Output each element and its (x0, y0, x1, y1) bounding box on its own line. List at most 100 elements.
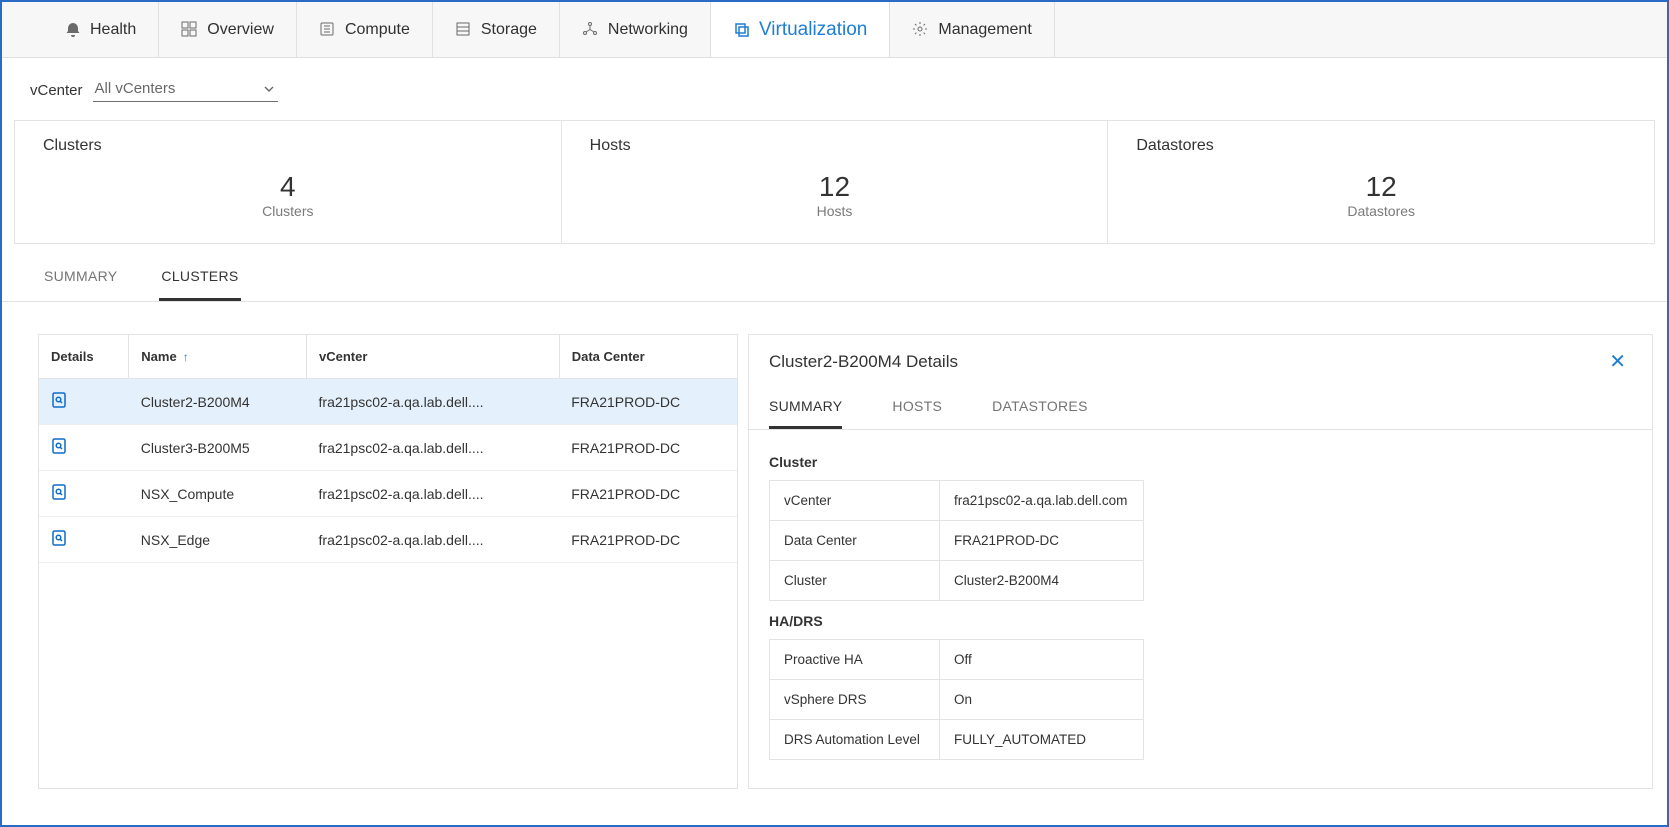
kv-key: Proactive HA (770, 640, 940, 680)
cell-datacenter: FRA21PROD-DC (559, 517, 737, 563)
clusters-table-panel: DetailsName↑vCenterData Center Cluster2-… (38, 334, 738, 789)
vcenter-selected-value: All vCenters (95, 80, 176, 97)
details-tab-summary[interactable]: SUMMARY (769, 398, 842, 429)
table-row[interactable]: Cluster2-B200M4fra21psc02-a.qa.lab.dell.… (39, 379, 737, 425)
stat-title: Clusters (43, 137, 533, 155)
cell-vcenter: fra21psc02-a.qa.lab.dell.... (307, 379, 560, 425)
stat-card-hosts: Hosts12Hosts (562, 121, 1109, 243)
details-header: Cluster2-B200M4 Details ✕ (749, 335, 1652, 380)
filter-row: vCenter All vCenters (2, 58, 1667, 110)
cluster-details-panel: Cluster2-B200M4 Details ✕ SUMMARY HOSTS DA… (748, 334, 1653, 789)
kv-key: vSphere DRS (770, 680, 940, 720)
kv-row: vCenterfra21psc02-a.qa.lab.dell.com (770, 481, 1144, 521)
section-title: HA/DRS (769, 613, 1632, 629)
sort-asc-icon: ↑ (183, 350, 189, 364)
stat-sub: Hosts (590, 203, 1080, 219)
kv-row: DRS Automation LevelFULLY_AUTOMATED (770, 720, 1144, 760)
stats-row: Clusters4ClustersHosts12HostsDatastores1… (14, 120, 1655, 244)
tab-label: Overview (207, 21, 274, 39)
tab-label: Virtualization (759, 19, 867, 41)
kv-key: Cluster (770, 561, 940, 601)
tab-label: Compute (345, 21, 410, 39)
details-icon[interactable] (51, 437, 71, 457)
stat-title: Datastores (1136, 137, 1626, 155)
chevron-down-icon (264, 84, 274, 94)
storage-icon (455, 21, 473, 39)
top-nav: Health Overview Compute Storage Networking Vi… (2, 2, 1667, 58)
details-title: Cluster2-B200M4 Details (769, 352, 958, 372)
tab-compute[interactable]: Compute (297, 2, 433, 57)
subtab-clusters[interactable]: CLUSTERS (159, 260, 240, 301)
server-icon (319, 21, 337, 39)
stat-card-datastores: Datastores12Datastores (1108, 121, 1654, 243)
cell-vcenter: fra21psc02-a.qa.lab.dell.... (307, 425, 560, 471)
cell-vcenter: fra21psc02-a.qa.lab.dell.... (307, 517, 560, 563)
copy-icon (733, 21, 751, 39)
kv-value: FRA21PROD-DC (940, 521, 1144, 561)
kv-row: ClusterCluster2-B200M4 (770, 561, 1144, 601)
table-row[interactable]: NSX_Edgefra21psc02-a.qa.lab.dell....FRA2… (39, 517, 737, 563)
stat-sub: Clusters (43, 203, 533, 219)
tab-overview[interactable]: Overview (159, 2, 297, 57)
vcenter-select[interactable]: All vCenters (93, 78, 278, 102)
kv-value: fra21psc02-a.qa.lab.dell.com (940, 481, 1144, 521)
col-details[interactable]: Details (39, 335, 129, 379)
tab-label: Networking (608, 21, 688, 39)
stat-title: Hosts (590, 137, 1080, 155)
kv-value: FULLY_AUTOMATED (940, 720, 1144, 760)
tab-label: Health (90, 21, 136, 39)
stat-sub: Datastores (1136, 203, 1626, 219)
cell-datacenter: FRA21PROD-DC (559, 379, 737, 425)
kv-value: Off (940, 640, 1144, 680)
kv-key: vCenter (770, 481, 940, 521)
kv-key: Data Center (770, 521, 940, 561)
tab-label: Storage (481, 21, 537, 39)
gear-icon (912, 21, 930, 39)
tab-management[interactable]: Management (890, 2, 1054, 57)
bell-icon (64, 21, 82, 39)
table-row[interactable]: Cluster3-B200M5fra21psc02-a.qa.lab.dell.… (39, 425, 737, 471)
tab-health[interactable]: Health (42, 2, 159, 57)
subtabs: SUMMARY CLUSTERS (2, 244, 1667, 302)
kv-table: Proactive HAOffvSphere DRSOnDRS Automati… (769, 639, 1144, 760)
details-body: ClustervCenterfra21psc02-a.qa.lab.dell.c… (749, 430, 1652, 788)
kv-row: Data CenterFRA21PROD-DC (770, 521, 1144, 561)
details-icon[interactable] (51, 529, 71, 549)
cell-vcenter: fra21psc02-a.qa.lab.dell.... (307, 471, 560, 517)
section-title: Cluster (769, 454, 1632, 470)
tab-virtualization[interactable]: Virtualization (711, 2, 890, 57)
table-row[interactable]: NSX_Computefra21psc02-a.qa.lab.dell....F… (39, 471, 737, 517)
tab-label: Management (938, 21, 1031, 39)
kv-row: Proactive HAOff (770, 640, 1144, 680)
details-tabs: SUMMARY HOSTS DATASTORES (749, 380, 1652, 430)
network-icon (582, 21, 600, 39)
stat-card-clusters: Clusters4Clusters (15, 121, 562, 243)
content-area: DetailsName↑vCenterData Center Cluster2-… (2, 302, 1667, 789)
clusters-table: DetailsName↑vCenterData Center Cluster2-… (39, 335, 737, 563)
kv-key: DRS Automation Level (770, 720, 940, 760)
subtab-summary[interactable]: SUMMARY (42, 260, 119, 301)
details-tab-hosts[interactable]: HOSTS (892, 398, 942, 429)
grid-icon (181, 21, 199, 39)
col-name[interactable]: Name↑ (129, 335, 307, 379)
cell-datacenter: FRA21PROD-DC (559, 425, 737, 471)
close-icon[interactable]: ✕ (1603, 349, 1632, 374)
kv-value: Cluster2-B200M4 (940, 561, 1144, 601)
kv-table: vCenterfra21psc02-a.qa.lab.dell.comData … (769, 480, 1144, 601)
cell-name: Cluster3-B200M5 (129, 425, 307, 471)
stat-value: 12 (1136, 171, 1626, 203)
tab-networking[interactable]: Networking (560, 2, 711, 57)
cell-name: NSX_Compute (129, 471, 307, 517)
details-icon[interactable] (51, 483, 71, 503)
cell-datacenter: FRA21PROD-DC (559, 471, 737, 517)
tab-storage[interactable]: Storage (433, 2, 560, 57)
col-data-center[interactable]: Data Center (559, 335, 737, 379)
kv-row: vSphere DRSOn (770, 680, 1144, 720)
details-icon[interactable] (51, 391, 71, 411)
cell-name: Cluster2-B200M4 (129, 379, 307, 425)
details-tab-datastores[interactable]: DATASTORES (992, 398, 1088, 429)
col-vcenter[interactable]: vCenter (307, 335, 560, 379)
stat-value: 12 (590, 171, 1080, 203)
stat-value: 4 (43, 171, 533, 203)
cell-name: NSX_Edge (129, 517, 307, 563)
